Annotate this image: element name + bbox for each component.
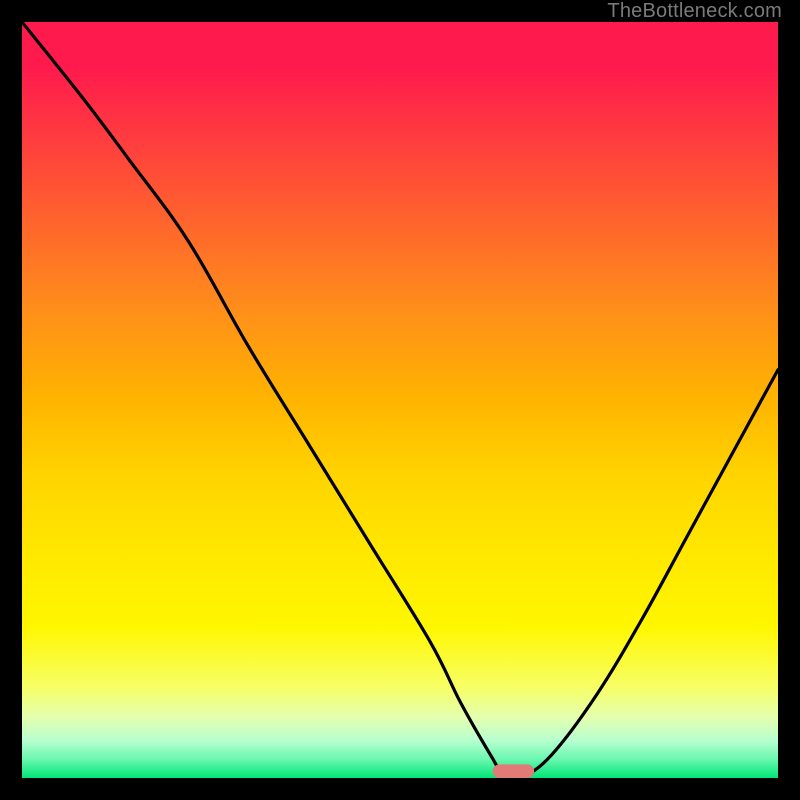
- bottleneck-curve: [22, 22, 778, 778]
- chart-svg: [22, 22, 778, 778]
- chart-frame: TheBottleneck.com: [0, 0, 800, 800]
- watermark-text: TheBottleneck.com: [607, 0, 782, 22]
- optimal-marker: [493, 764, 535, 778]
